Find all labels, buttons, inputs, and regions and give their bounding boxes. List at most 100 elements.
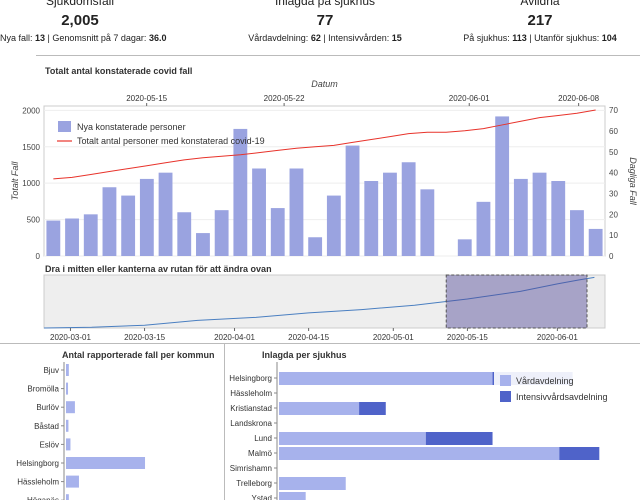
x-tick-label: 2020-05-15 [126,94,167,103]
municipality-bar [66,364,69,376]
daily-case-bar [326,195,341,256]
hospital-label: Malmö [248,449,273,458]
y-right-tick-label: 20 [609,210,618,219]
ward-bar [279,492,306,500]
daily-case-bar [102,187,117,256]
y-right-tick-label: 10 [609,231,618,240]
x-axis-label: Datum [311,79,338,89]
daily-case-bar [345,145,360,256]
x-tick-label: 2020-06-08 [558,94,599,103]
ward-bar [279,432,426,445]
daily-case-bar [551,181,566,256]
daily-case-bar [495,116,510,256]
daily-cases-chart[interactable]: 0 500 1000 1500 2000 0 10 20 30 40 50 60 70 2020-05-1… [0,78,640,268]
daily-case-bar [83,214,98,256]
daily-case-bar [532,172,547,256]
daily-case-bar [383,172,397,256]
y-right-tick-label: 0 [609,252,614,261]
legend-label-ward: Vårdavdelning [516,376,574,386]
ward-bar [279,372,493,385]
y-tick-label: 1000 [22,179,40,188]
range-x-tick-label: 2020-04-01 [214,333,255,342]
ward-bar [279,402,360,415]
daily-case-bar [570,210,584,256]
municipality-label: Eslöv [39,440,59,449]
range-x-tick-label: 2020-05-15 [447,333,488,342]
range-x-tick-label: 2020-05-01 [373,333,414,342]
stat-value: 217 [527,12,553,29]
stat-breakdown: Vårdavdelning: 62 | Intensivvården: 15 [248,33,402,43]
daily-case-bar [65,218,79,256]
x-tick-label: 2020-06-01 [449,94,490,103]
daily-case-bar [139,178,154,256]
y-right-tick-label: 60 [609,127,618,136]
y-right-axis-label: Dagliga Fall [628,157,638,206]
legend-swatch-icu [500,391,511,402]
icu-bar [559,447,600,460]
municipality-bar [66,457,146,469]
ward-bar [279,447,560,460]
municipality-bar [66,438,71,451]
y-tick-label: 0 [36,252,41,261]
main-chart-title: Totalt antal konstaterade covid fall [45,66,193,76]
daily-case-bar [177,212,192,256]
legend-swatch-ward [500,375,511,386]
y-right-tick-label: 40 [609,169,618,178]
hospital-chart-title: Inlagda per sjukhus [262,350,347,360]
legend-swatch-bars [58,121,71,132]
header-divider [36,55,640,56]
hospital-label: Helsingborg [229,374,272,383]
municipality-label: Hässleholm [17,478,59,487]
icu-bar [359,402,386,415]
y-right-tick-label: 50 [609,148,618,157]
municipality-bar [66,382,69,395]
municipality-label: Bromölla [27,385,59,394]
daily-case-bar [121,195,136,256]
municipality-label: Höganäs [27,496,59,500]
daily-case-bar [401,162,416,256]
daily-case-bar [158,172,173,256]
municipality-label: Helsingborg [16,459,59,468]
stat-value: 2,005 [61,12,99,29]
range-x-tick-label: 2020-03-01 [50,333,91,342]
range-selector-chart[interactable]: 2020-03-01 2020-03-15 2020-04-01 2020-04-15… [0,273,640,343]
stat-label: Inlagda på sjukhus [274,0,376,8]
y-tick-label: 1500 [22,143,40,152]
hospital-label: Hässleholm [230,389,272,398]
daily-case-bar [214,210,229,256]
daily-case-bar [420,189,435,256]
stat-breakdown: Nya fall: 13 | Genomsnitt på 7 dagar: 36… [0,33,167,43]
daily-case-bar [513,178,528,256]
y-tick-label: 2000 [22,106,40,115]
y-right-tick-label: 70 [609,106,618,115]
municipality-chart-title: Antal rapporterade fall per kommun [62,350,215,360]
stat-label: Avlidna [520,0,560,8]
y-tick-label: 500 [27,216,41,225]
municipality-label: Bjuv [43,366,59,375]
hospital-label: Landskrona [230,419,272,428]
municipality-bar [66,401,75,414]
municipality-chart[interactable]: Bjuv Bromölla Burlöv Båstad Eslöv Helsingborg… [0,360,224,500]
stat-breakdown: På sjukhus: 113 | Utanför sjukhus: 104 [463,33,617,43]
municipality-bar [66,494,69,500]
daily-case-bar [364,181,379,256]
daily-case-bar [252,168,266,256]
range-selection-box[interactable] [445,274,588,329]
daily-case-bar [46,220,61,256]
daily-case-bar [233,128,248,256]
legend-label-line: Totalt antal personer med konstaterad co… [77,136,265,146]
daily-case-bar [457,239,472,256]
x-tick-label: 2020-05-22 [264,94,305,103]
hospital-chart[interactable]: Helsingborg Hässleholm Kristianstad Landskr… [224,360,640,500]
range-x-tick-label: 2020-04-15 [288,333,329,342]
daily-case-bar [196,233,210,256]
y-right-tick-label: 30 [609,190,618,199]
municipality-label: Burlöv [36,403,59,412]
municipality-label: Båstad [34,422,59,431]
range-x-tick-label: 2020-03-15 [124,333,165,342]
hospital-label: Trelleborg [236,479,272,488]
municipality-bar [66,475,79,488]
hospital-label: Lund [254,434,272,443]
municipality-bar [66,419,69,432]
y-axis-label: Totalt Fall [10,161,20,201]
